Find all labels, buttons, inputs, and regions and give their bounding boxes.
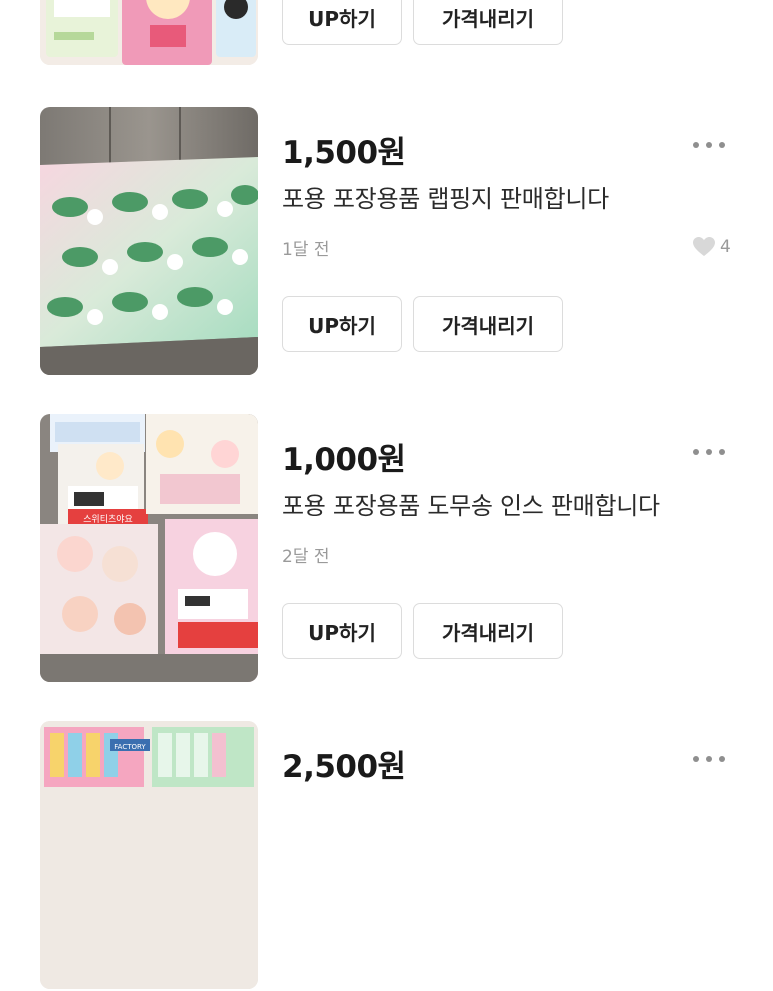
price-down-button-label: 가격내리기 xyxy=(442,6,534,31)
price: 1,000원 xyxy=(282,442,406,478)
price-down-button[interactable]: 가격내리기 xyxy=(413,0,563,45)
listing-item[interactable]: 1,500원 포용 포장용품 랩핑지 판매합니다 1달 전 4 UP하기 가격내… xyxy=(0,107,773,377)
listing-title[interactable]: 포용 포장용품 도무송 인스 판매합니다 xyxy=(282,486,660,521)
sticker-tag-text: 스위티츠야요 xyxy=(83,514,133,525)
up-button[interactable]: UP하기 xyxy=(282,296,402,352)
posted-time: 1달 전 xyxy=(282,240,330,260)
price: 2,500원 xyxy=(282,749,406,785)
sticker-sheets-photo: 스위티츠야요 xyxy=(40,414,258,682)
price-down-button[interactable]: 가격내리기 xyxy=(413,603,563,659)
price: 1,500원 xyxy=(282,135,406,171)
up-button-label: UP하기 xyxy=(308,6,376,31)
listing-thumbnail[interactable]: FACTORY xyxy=(40,721,258,989)
sticker-pack-photo xyxy=(40,0,258,65)
more-options-icon[interactable] xyxy=(693,749,735,769)
like-count: 4 xyxy=(692,235,731,259)
heart-icon xyxy=(693,237,715,256)
factory-sign-text: FACTORY xyxy=(114,743,146,751)
wrapping-paper-photo xyxy=(40,107,258,375)
listing-thumbnail[interactable]: 스위티츠야요 xyxy=(40,414,258,682)
listing-thumbnail[interactable] xyxy=(40,107,258,375)
posted-time: 2달 전 xyxy=(282,547,330,567)
more-options-icon[interactable] xyxy=(693,135,735,155)
price-down-button-label: 가격내리기 xyxy=(442,620,534,645)
like-count-value: 4 xyxy=(720,237,731,257)
up-button-label: UP하기 xyxy=(308,620,376,645)
up-button-label: UP하기 xyxy=(308,313,376,338)
price-down-button-label: 가격내리기 xyxy=(442,313,534,338)
up-button[interactable]: UP하기 xyxy=(282,0,402,45)
listing-item[interactable]: 스위티츠야요 1,000원 포용 포장용품 도무송 인스 판매합니다 2달 전 … xyxy=(0,414,773,684)
listing-item[interactable]: UP하기 가격내리기 xyxy=(0,0,773,67)
sticker-cards-photo: FACTORY xyxy=(40,721,258,989)
listing-thumbnail[interactable] xyxy=(40,0,258,65)
listing-title[interactable]: 포용 포장용품 랩핑지 판매합니다 xyxy=(282,179,609,214)
listing-item[interactable]: FACTORY 2,500원 xyxy=(0,721,773,991)
up-button[interactable]: UP하기 xyxy=(282,603,402,659)
more-options-icon[interactable] xyxy=(693,442,735,462)
price-down-button[interactable]: 가격내리기 xyxy=(413,296,563,352)
